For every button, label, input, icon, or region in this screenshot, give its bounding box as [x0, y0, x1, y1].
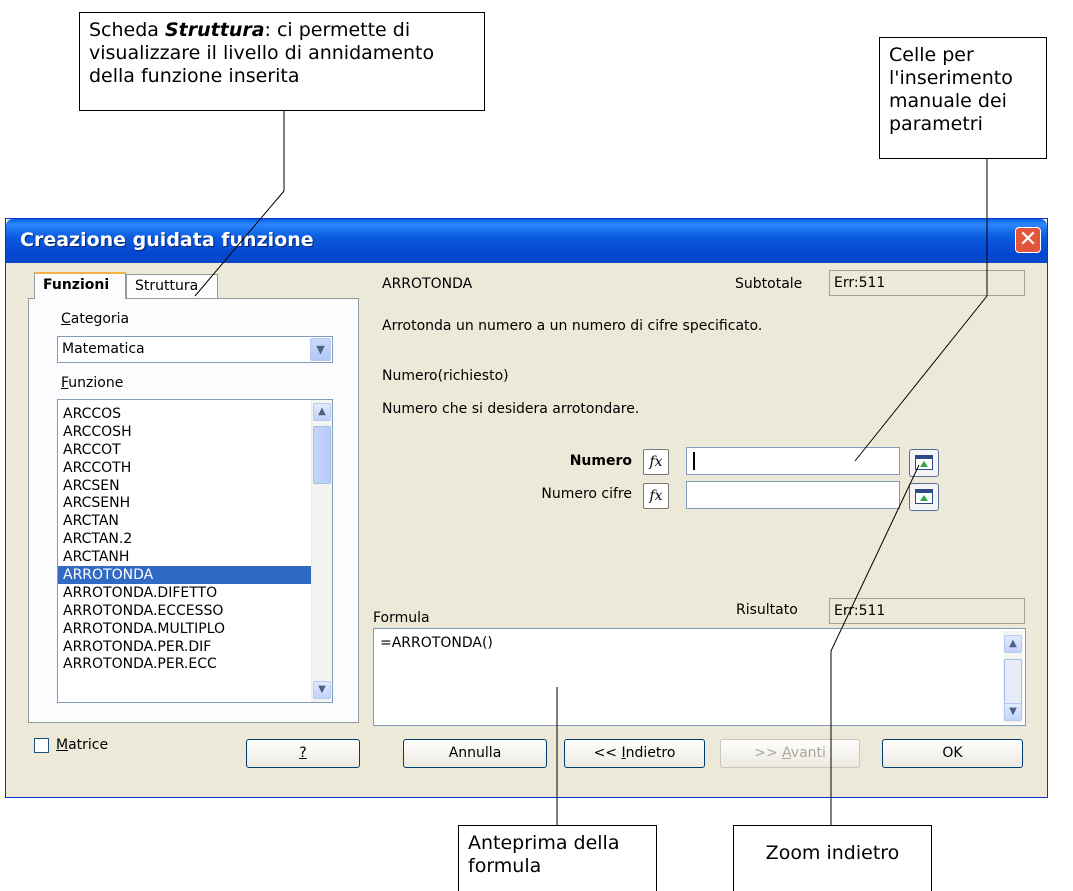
annotation-struttura: Scheda Struttura: ci permette di visuali… — [79, 12, 485, 111]
chevron-down-icon[interactable]: ▼ — [310, 338, 331, 361]
scroll-down-icon[interactable]: ▼ — [1004, 703, 1022, 721]
scroll-down-icon[interactable]: ▼ — [313, 681, 331, 699]
next-button: >> Avanti — [720, 739, 860, 768]
scroll-thumb[interactable] — [1004, 659, 1022, 707]
category-label: Categoria — [61, 311, 130, 327]
result-label: Risultato — [736, 602, 798, 618]
param-numero-cifre-input[interactable] — [686, 481, 900, 509]
scroll-up-icon[interactable]: ▲ — [313, 403, 331, 421]
dialog-title: Creazione guidata funzione — [20, 229, 314, 251]
param-numero-label: Numero — [569, 453, 632, 469]
function-list-item[interactable]: ARCCOTH — [58, 459, 312, 477]
function-list-item[interactable]: ARROTONDA.PER.ECC — [58, 655, 312, 673]
fx-numero-cifre-icon[interactable]: fx — [643, 483, 669, 509]
list-scrollbar[interactable]: ▲ ▼ — [311, 400, 332, 702]
param-numero-cifre-label: Numero cifre — [541, 486, 632, 502]
function-list-item[interactable]: ARCCOT — [58, 441, 312, 459]
matrix-label: Matrice — [56, 737, 109, 753]
scroll-thumb[interactable] — [313, 426, 331, 484]
shrink-numero-cifre-icon[interactable] — [909, 483, 939, 511]
scroll-up-icon[interactable]: ▲ — [1004, 635, 1022, 653]
function-list-item[interactable]: ARROTONDA.PER.DIF — [58, 638, 312, 656]
annotation-zoom: Zoom indietro — [733, 825, 932, 891]
shrink-numero-icon[interactable] — [909, 449, 939, 477]
function-list-item[interactable]: ARROTONDA — [58, 566, 312, 584]
function-name: ARROTONDA — [382, 276, 473, 292]
parameter-title: Numero(richiesto) — [382, 368, 509, 384]
function-list-item[interactable]: ARCSEN — [58, 477, 312, 495]
subtotal-label: Subtotale — [735, 276, 803, 292]
annotation-text: Celle per l'inserimento manuale dei para… — [889, 44, 1013, 135]
function-list-item[interactable]: ARCTAN.2 — [58, 530, 312, 548]
function-list[interactable]: ARCCOS ARCCOSH ARCCOT ARCCOTH ARCSEN ARCSENH A… — [57, 399, 333, 703]
title-bar[interactable]: Creazione guidata funzione ✕ — [6, 219, 1047, 263]
function-list-item[interactable]: ARROTONDA.MULTIPLO — [58, 620, 312, 638]
fx-numero-icon[interactable]: fx — [643, 449, 669, 475]
subtotal-value: Err:511 — [829, 270, 1025, 296]
text-cursor — [693, 452, 695, 470]
close-icon[interactable]: ✕ — [1015, 227, 1041, 253]
formula-label: Formula — [373, 610, 430, 626]
function-list-item[interactable]: ARCCOS — [58, 405, 312, 423]
ok-button[interactable]: OK — [882, 739, 1023, 768]
matrix-checkbox[interactable] — [34, 738, 49, 753]
function-list-item[interactable]: ARROTONDA.ECCESSO — [58, 602, 312, 620]
tab-struttura[interactable]: Struttura — [126, 274, 218, 298]
annotation-text: Scheda — [89, 19, 165, 41]
tab-funzioni[interactable]: Funzioni — [34, 272, 126, 299]
parameter-description: Numero che si desidera arrotondare. — [382, 401, 640, 417]
result-value: Err:511 — [829, 598, 1025, 624]
annotation-bold-text: Struttura — [164, 19, 265, 41]
function-list-item[interactable]: ARCCOSH — [58, 423, 312, 441]
category-value: Matematica — [62, 341, 145, 357]
help-button[interactable]: ? — [246, 739, 360, 768]
function-description: Arrotonda un numero a un numero di cifre… — [382, 318, 763, 334]
function-label: Funzione — [61, 375, 124, 391]
cancel-button[interactable]: Annulla — [403, 739, 547, 768]
function-list-item[interactable]: ARCTANH — [58, 548, 312, 566]
formula-editor[interactable]: =ARROTONDA() ▲ ▼ — [373, 628, 1026, 726]
param-numero-input[interactable] — [686, 447, 900, 475]
formula-scrollbar[interactable]: ▲ ▼ — [1003, 631, 1023, 723]
function-list-item[interactable]: ARCTAN — [58, 512, 312, 530]
annotation-text: Zoom indietro — [765, 842, 900, 864]
formula-text: =ARROTONDA() — [380, 635, 493, 651]
function-list-item[interactable]: ARROTONDA.DIFETTO — [58, 584, 312, 602]
back-button[interactable]: << Indietro — [564, 739, 705, 768]
category-select[interactable]: Matematica ▼ — [57, 336, 333, 363]
annotation-celle: Celle per l'inserimento manuale dei para… — [879, 37, 1047, 159]
function-list-item[interactable]: ARCSENH — [58, 494, 312, 512]
annotation-text: Anteprima della formula — [468, 832, 620, 877]
annotation-anteprima: Anteprima della formula — [458, 825, 657, 891]
